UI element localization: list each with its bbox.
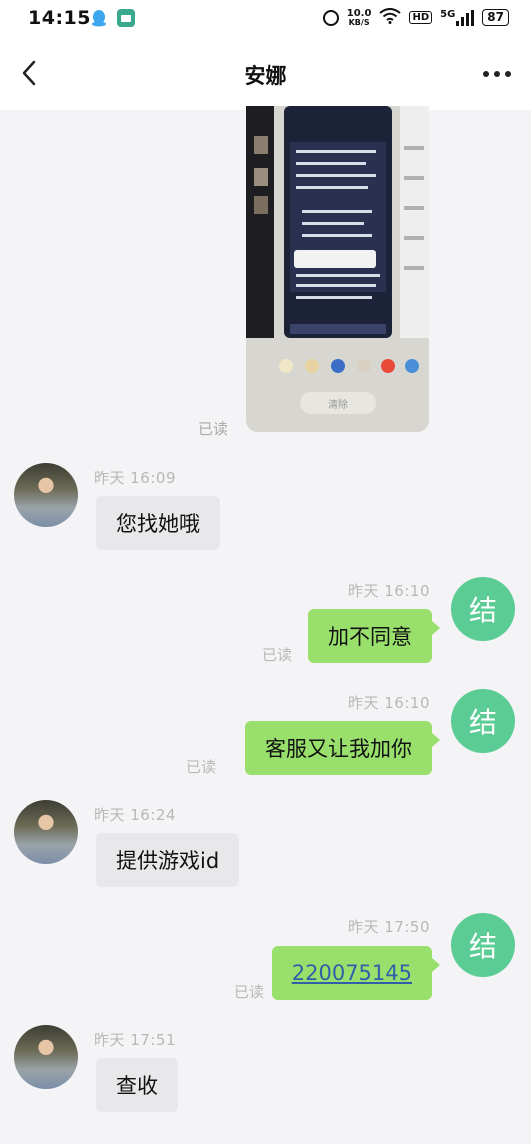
screenshot-thumbnail xyxy=(246,106,429,432)
more-options-icon[interactable] xyxy=(481,64,513,84)
message-bubble[interactable]: 提供游戏id xyxy=(96,833,240,887)
alarm-icon xyxy=(322,9,339,26)
app-notification-icon xyxy=(117,9,135,27)
signal-icon: 5G xyxy=(440,8,475,26)
battery-indicator: 87 xyxy=(482,9,509,26)
read-status: 已读 xyxy=(198,420,229,438)
hd-badge: HD xyxy=(409,11,433,24)
screenshot-image-message[interactable]: 清除 xyxy=(246,106,429,432)
status-time: 14:15 xyxy=(28,7,91,29)
message-time: 昨天 17:51 xyxy=(94,1031,176,1049)
game-id-link[interactable]: 220075145 xyxy=(292,961,412,985)
status-right: 10.0 KB/S HD 5G 87 xyxy=(322,7,509,27)
contact-avatar[interactable] xyxy=(14,463,78,527)
wifi-icon xyxy=(379,8,402,27)
read-status: 已读 xyxy=(234,983,265,1001)
message-bubble[interactable]: 加不同意 xyxy=(308,609,440,663)
network-speed-unit: KB/S xyxy=(348,17,370,27)
message-time: 昨天 16:24 xyxy=(94,806,176,824)
chat-header: 安娜 xyxy=(0,38,531,110)
qq-notification-icon xyxy=(90,9,108,27)
contact-avatar[interactable] xyxy=(14,800,78,864)
message-time: 昨天 17:50 xyxy=(348,918,430,936)
self-avatar[interactable]: 结 xyxy=(451,689,515,753)
screenshot-clear-button-label: 清除 xyxy=(328,400,348,411)
self-avatar[interactable]: 结 xyxy=(451,577,515,641)
signal-label: 5G xyxy=(440,8,456,20)
message-time: 昨天 16:10 xyxy=(348,694,430,712)
message-bubble[interactable]: 查收 xyxy=(96,1058,178,1112)
chat-title: 安娜 xyxy=(244,64,287,88)
self-avatar[interactable]: 结 xyxy=(451,913,515,977)
network-speed: 10.0 KB/S xyxy=(346,7,372,27)
read-status: 已读 xyxy=(262,646,293,664)
message-bubble[interactable]: 客服又让我加你 xyxy=(245,721,440,775)
message-time: 昨天 16:10 xyxy=(348,582,430,600)
contact-avatar[interactable] xyxy=(14,1025,78,1089)
status-bar: 14:15 10.0 KB/S HD 5G 87 xyxy=(0,0,531,38)
message-time: 昨天 16:09 xyxy=(94,469,176,487)
message-bubble: 220075145 xyxy=(271,946,441,1000)
read-status: 已读 xyxy=(186,758,217,776)
network-speed-value: 10.0 xyxy=(346,7,372,19)
message-bubble[interactable]: 您找她哦 xyxy=(96,496,220,550)
